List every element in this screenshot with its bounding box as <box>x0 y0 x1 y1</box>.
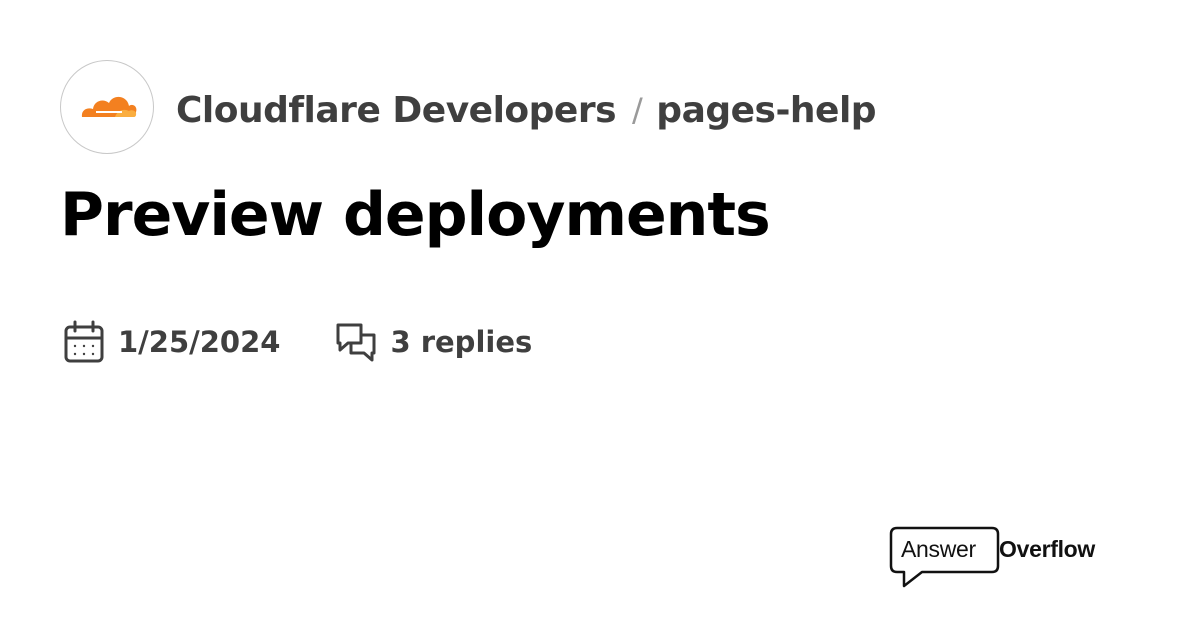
server-name[interactable]: Cloudflare Developers <box>176 90 617 131</box>
thread-date-text: 1/25/2024 <box>118 325 281 359</box>
thread-replies-text: 3 replies <box>390 325 533 359</box>
breadcrumb-separator: / <box>632 91 643 129</box>
logo-answer-text: Answer <box>901 536 976 562</box>
thread-replies: 3 replies <box>334 319 532 365</box>
thread-meta: 1/25/2024 3 replies <box>62 318 532 366</box>
server-avatar <box>60 60 154 154</box>
cloudflare-logo-icon <box>81 96 137 117</box>
channel-name[interactable]: pages-help <box>656 90 876 131</box>
logo-overflow-text: Overflow <box>999 536 1096 562</box>
answer-overflow-logo[interactable]: Answer Overflow <box>888 526 1118 592</box>
chat-bubbles-icon <box>334 319 378 365</box>
calendar-icon <box>62 319 106 365</box>
thread-title: Preview deployments <box>60 180 771 250</box>
breadcrumb: Cloudflare Developers / pages-help <box>176 84 877 136</box>
thread-date: 1/25/2024 <box>62 319 280 365</box>
